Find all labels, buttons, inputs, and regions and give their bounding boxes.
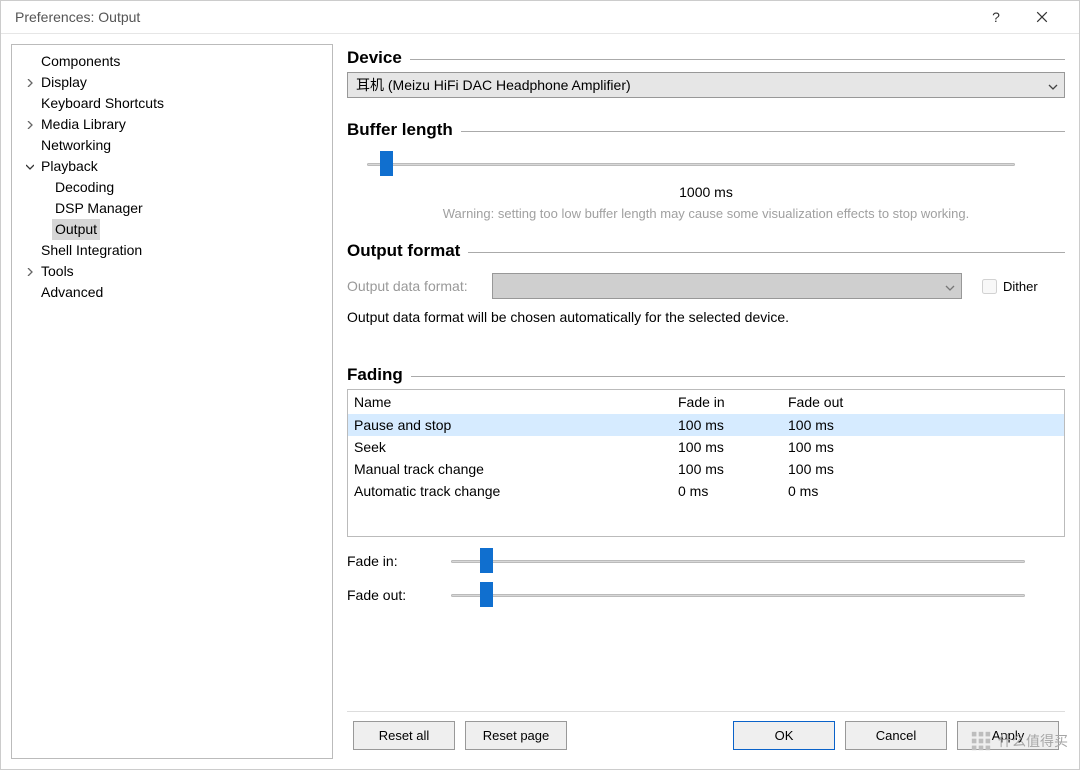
tree-item-label: DSP Manager	[52, 198, 146, 219]
tree-leaf-mark	[24, 287, 36, 299]
fading-col-name: Name	[348, 394, 678, 410]
fading-row[interactable]: Automatic track change0 ms0 ms	[348, 480, 1064, 502]
close-button[interactable]	[1019, 1, 1065, 34]
settings-panel: Device 耳机 (Meizu HiFi DAC Headphone Ampl…	[341, 44, 1071, 759]
fade-out-slider[interactable]	[451, 585, 1025, 605]
tree-leaf-mark	[38, 203, 50, 215]
tree-item-label: Components	[38, 51, 123, 72]
section-output-format-title: Output format	[347, 241, 460, 261]
tree-item[interactable]: DSP Manager	[36, 198, 332, 219]
fade-in-slider[interactable]	[451, 551, 1025, 571]
buffer-slider[interactable]	[367, 154, 1015, 174]
fading-cell: 100 ms	[788, 461, 898, 477]
tree-item[interactable]: Tools	[22, 261, 332, 282]
cancel-button[interactable]: Cancel	[845, 721, 947, 750]
tree-item[interactable]: Networking	[22, 135, 332, 156]
fading-row[interactable]: Pause and stop100 ms100 ms	[348, 414, 1064, 436]
buffer-warning: Warning: setting too low buffer length m…	[347, 206, 1065, 221]
chevron-right-icon[interactable]	[24, 77, 36, 89]
tree-item[interactable]: Advanced	[22, 282, 332, 303]
section-device-title: Device	[347, 48, 402, 68]
help-button[interactable]: ?	[973, 1, 1019, 34]
ok-button[interactable]: OK	[733, 721, 835, 750]
fading-col-out: Fade out	[788, 394, 898, 410]
reset-all-button[interactable]: Reset all	[353, 721, 455, 750]
tree-leaf-mark	[24, 56, 36, 68]
chevron-down-icon	[945, 278, 955, 294]
fading-cell: 100 ms	[678, 439, 788, 455]
fading-cell: Seek	[348, 439, 678, 455]
dither-label: Dither	[1003, 279, 1038, 294]
tree-item-label: Decoding	[52, 177, 117, 198]
nav-tree[interactable]: ComponentsDisplayKeyboard ShortcutsMedia…	[12, 51, 332, 303]
chevron-down-icon	[1048, 77, 1058, 93]
fading-cell: 100 ms	[678, 417, 788, 433]
device-value: 耳机 (Meizu HiFi DAC Headphone Amplifier)	[356, 75, 631, 95]
tree-item-label: Media Library	[38, 114, 129, 135]
fading-cell: 100 ms	[788, 439, 898, 455]
tree-item-label: Playback	[38, 156, 101, 177]
fade-in-label: Fade in:	[347, 553, 437, 569]
fading-cell: Automatic track change	[348, 483, 678, 499]
tree-item-label: Shell Integration	[38, 240, 145, 261]
section-device: Device	[347, 48, 1065, 68]
tree-leaf-mark	[38, 182, 50, 194]
chevron-right-icon[interactable]	[24, 119, 36, 131]
tree-item-label: Advanced	[38, 282, 106, 303]
fading-header: Name Fade in Fade out	[348, 390, 1064, 414]
buffer-value: 1000 ms	[347, 184, 1065, 200]
fading-col-in: Fade in	[678, 394, 788, 410]
chevron-right-icon[interactable]	[24, 266, 36, 278]
tree-item[interactable]: Display	[22, 72, 332, 93]
tree-item-label: Output	[52, 219, 100, 240]
output-format-label: Output data format:	[347, 278, 482, 294]
fade-in-slider-thumb[interactable]	[480, 548, 493, 573]
fading-row[interactable]: Seek100 ms100 ms	[348, 436, 1064, 458]
device-dropdown[interactable]: 耳机 (Meizu HiFi DAC Headphone Amplifier)	[347, 72, 1065, 98]
titlebar: Preferences: Output ?	[1, 1, 1079, 34]
fading-cell: 0 ms	[788, 483, 898, 499]
output-format-dropdown	[492, 273, 962, 299]
tree-item[interactable]: Decoding	[36, 177, 332, 198]
tree-item[interactable]: PlaybackDecodingDSP ManagerOutput	[22, 156, 332, 240]
window-title: Preferences: Output	[15, 9, 973, 25]
tree-item-label: Tools	[38, 261, 77, 282]
section-buffer: Buffer length	[347, 120, 1065, 140]
fading-cell: 100 ms	[678, 461, 788, 477]
reset-page-button[interactable]: Reset page	[465, 721, 567, 750]
tree-leaf-mark	[24, 245, 36, 257]
section-fading-title: Fading	[347, 365, 403, 385]
fading-cell: Pause and stop	[348, 417, 678, 433]
fading-cell: 0 ms	[678, 483, 788, 499]
fade-out-slider-thumb[interactable]	[480, 582, 493, 607]
chevron-down-icon[interactable]	[24, 161, 36, 173]
close-icon	[1036, 11, 1048, 23]
section-buffer-title: Buffer length	[347, 120, 453, 140]
fading-row[interactable]: Manual track change100 ms100 ms	[348, 458, 1064, 480]
tree-item-label: Display	[38, 72, 90, 93]
tree-leaf-mark	[38, 224, 50, 236]
tree-leaf-mark	[24, 98, 36, 110]
dither-input[interactable]	[982, 279, 997, 294]
tree-item[interactable]: Shell Integration	[22, 240, 332, 261]
output-format-note: Output data format will be chosen automa…	[347, 309, 1065, 325]
tree-item[interactable]: Media Library	[22, 114, 332, 135]
tree-leaf-mark	[24, 140, 36, 152]
fading-cell: 100 ms	[788, 417, 898, 433]
tree-item-label: Networking	[38, 135, 114, 156]
nav-tree-panel: ComponentsDisplayKeyboard ShortcutsMedia…	[11, 44, 333, 759]
section-fading: Fading	[347, 365, 1065, 385]
tree-item[interactable]: Output	[36, 219, 332, 240]
fading-table[interactable]: Name Fade in Fade out Pause and stop100 …	[347, 389, 1065, 537]
apply-button[interactable]: Apply	[957, 721, 1059, 750]
fade-out-label: Fade out:	[347, 587, 437, 603]
tree-item[interactable]: Keyboard Shortcuts	[22, 93, 332, 114]
buffer-slider-thumb[interactable]	[380, 151, 393, 176]
fading-cell: Manual track change	[348, 461, 678, 477]
button-bar: Reset all Reset page OK Cancel Apply	[347, 711, 1065, 759]
section-output-format: Output format	[347, 241, 1065, 261]
dither-checkbox[interactable]: Dither	[982, 279, 1038, 294]
tree-item-label: Keyboard Shortcuts	[38, 93, 167, 114]
tree-item[interactable]: Components	[22, 51, 332, 72]
